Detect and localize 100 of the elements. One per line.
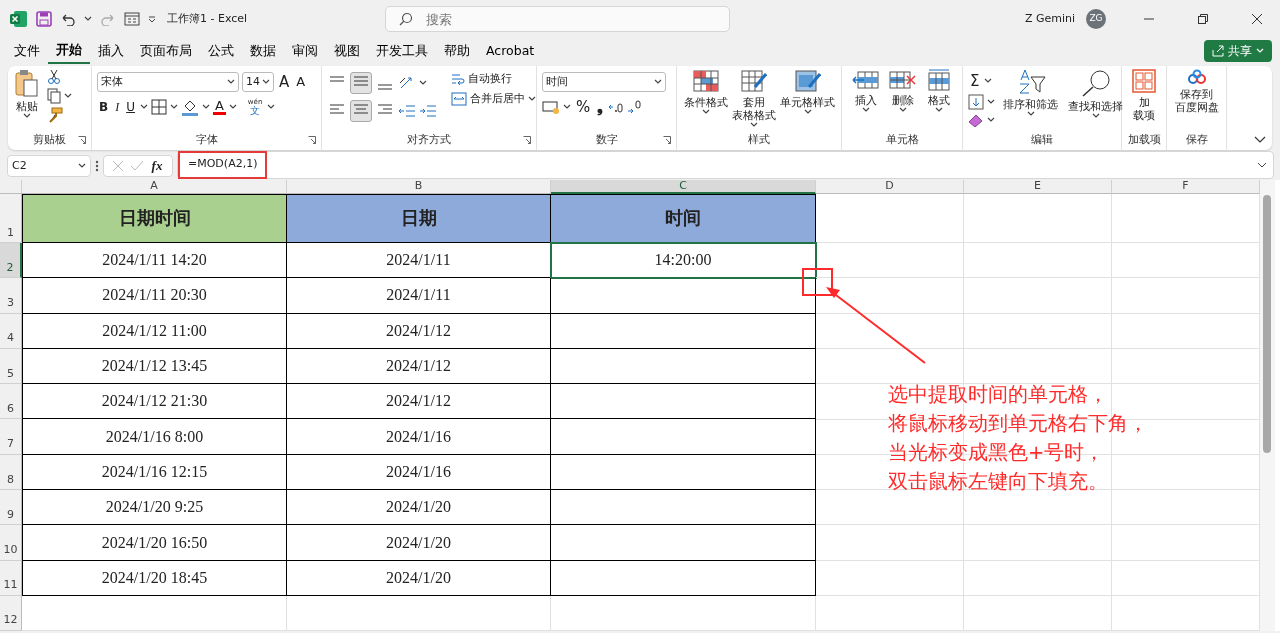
delete-button[interactable]: 删除 [887,69,919,133]
caret-icon[interactable] [262,79,270,85]
table-cell[interactable]: 2024/1/12 [287,348,551,385]
caret-icon[interactable] [987,98,995,105]
italic-button[interactable]: I [113,99,122,115]
table-cell[interactable]: 2024/1/11 20:30 [22,278,287,314]
row-header[interactable]: 2 [0,243,22,279]
grid-cell[interactable] [964,525,1112,561]
cell-styles-button[interactable]: 单元格样式 [778,69,837,133]
ribbon-tab[interactable]: 页面布局 [132,38,200,64]
dialog-launcher-icon[interactable] [78,136,86,145]
grid-cell[interactable] [1112,525,1260,561]
grow-font-button[interactable]: A [277,72,292,92]
find-select-button[interactable]: 查找和选择 [1066,69,1125,133]
row-header[interactable]: 10 [0,525,22,561]
caret-icon[interactable] [750,122,758,129]
collapse-ribbon-icon[interactable] [1254,136,1266,144]
expand-icon[interactable] [1257,161,1267,168]
column-header[interactable]: B [287,180,551,194]
row-header[interactable]: 1 [0,194,22,243]
column-header[interactable]: E [964,180,1112,194]
sort-filter-button[interactable]: 排序和筛选 [1001,69,1060,133]
grid-cell[interactable] [816,243,964,279]
ribbon-tab[interactable]: 开始 [48,38,90,64]
caret-icon[interactable] [23,113,31,120]
table-cell[interactable]: 2024/1/12 [287,313,551,349]
caret-icon[interactable] [861,107,870,114]
merge-center-button[interactable]: 合并后居中 [449,92,538,106]
grid-cell[interactable] [1112,595,1260,631]
conditional-format-button[interactable]: 条件格式 [682,69,730,133]
grid-cell[interactable] [22,595,287,631]
table-cell[interactable] [551,278,816,314]
row-header[interactable]: 3 [0,278,22,314]
table-cell[interactable]: 2024/1/20 [287,490,551,526]
format-painter-icon[interactable] [47,107,63,123]
column-header[interactable]: D [816,180,964,194]
caret-icon[interactable] [987,116,995,123]
share-button[interactable]: 共享 [1204,40,1272,62]
grid-cell[interactable] [816,560,964,596]
addins-button[interactable]: 加 载项 [1130,69,1158,133]
grid-cell[interactable] [964,243,1112,279]
caret-icon[interactable] [935,107,944,114]
column-header[interactable]: F [1112,180,1260,194]
dialog-launcher-icon[interactable] [663,136,671,145]
table-cell[interactable]: 2024/1/20 [287,560,551,596]
grid-cell[interactable] [1112,313,1260,349]
ribbon-tab[interactable]: 帮助 [436,38,478,64]
row-header[interactable]: 8 [0,454,22,491]
table-cell[interactable]: 2024/1/11 14:20 [22,243,287,279]
font-name-field[interactable]: 宋体 [97,72,239,92]
table-cell[interactable] [551,313,816,349]
caret-icon[interactable] [139,104,148,110]
table-cell[interactable]: 2024/1/20 [287,525,551,561]
font-size-field[interactable]: 14 [242,72,274,92]
font-color-button[interactable]: A [212,99,226,115]
scrollbar-thumb[interactable] [1263,195,1271,453]
table-cell[interactable] [551,348,816,385]
caret-icon[interactable] [563,104,571,111]
save-to-cloud-button[interactable]: 保存到 百度网盘 [1172,69,1221,133]
grid-cell[interactable] [816,313,964,349]
grid-cell[interactable] [1112,278,1260,314]
search-field[interactable]: 搜索 [385,6,731,32]
caret-icon[interactable] [78,163,86,169]
comma-style-button[interactable]: ❟ [595,98,606,117]
increase-decimal-icon[interactable] [627,99,644,116]
row-header[interactable]: 7 [0,419,22,455]
avatar[interactable]: ZG [1086,9,1106,29]
caret-icon[interactable] [419,80,427,86]
table-cell[interactable]: 14:20:00 [551,243,816,279]
insert-function-button[interactable]: fx [149,157,165,175]
grid-cell[interactable] [287,595,551,631]
caret-icon[interactable] [1091,113,1100,120]
user-name[interactable]: Z Gemini [1024,10,1075,28]
table-cell[interactable]: 2024/1/12 11:00 [22,313,287,349]
table-cell[interactable] [551,419,816,455]
caret-icon[interactable] [84,16,92,22]
table-cell[interactable]: 2024/1/16 12:15 [22,454,287,491]
grid-cell[interactable] [1112,243,1260,279]
grid-cell[interactable] [1112,560,1260,596]
ribbon-tab[interactable]: 公式 [200,38,242,64]
ribbon-tab[interactable]: Acrobat [478,38,543,64]
ribbon-tab[interactable]: 审阅 [284,38,326,64]
table-cell[interactable]: 2024/1/20 9:25 [22,490,287,526]
caret-icon[interactable] [984,78,993,85]
row-header[interactable]: 9 [0,490,22,526]
table-cell[interactable]: 2024/1/16 8:00 [22,419,287,455]
table-cell[interactable]: 2024/1/12 [287,384,551,420]
ribbon-tab[interactable]: 插入 [90,38,132,64]
wrap-text-button[interactable]: 自动换行 [449,72,538,86]
table-cell[interactable]: 2024/1/16 [287,419,551,455]
caret-icon[interactable] [803,109,812,116]
undo-icon[interactable] [60,12,76,26]
table-cell[interactable] [551,560,816,596]
grid-cells[interactable]: 选中提取时间的单元格， 将鼠标移动到单元格右下角， 当光标变成黑色+号时， 双击鼠标左键向下填充。 [816,348,1260,526]
table-cell[interactable]: 2024/1/11 [287,278,551,314]
caret-icon[interactable] [267,104,276,110]
table-cell[interactable]: 2024/1/20 18:45 [22,560,287,596]
caret-icon[interactable] [1026,111,1035,118]
table-cell[interactable] [551,525,816,561]
caret-icon[interactable] [899,107,907,114]
